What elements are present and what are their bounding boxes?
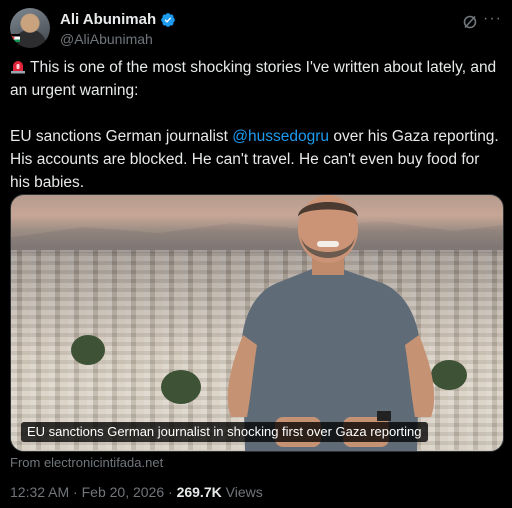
tweet-text: This is one of the most shocking stories… (10, 56, 502, 194)
tweet-line-2-before: EU sanctions German journalist (10, 128, 233, 145)
tree (71, 335, 105, 365)
tweet-date[interactable]: Feb 20, 2026 (82, 484, 165, 500)
flag-icon (10, 34, 20, 42)
views-label: Views (225, 484, 263, 500)
tree (161, 370, 201, 404)
author-name-row: Ali Abunimah (60, 11, 176, 28)
author-handle[interactable]: @AliAbunimah (60, 31, 153, 47)
meta-separator: · (168, 484, 177, 500)
tweet-paragraph-2: EU sanctions German journalist @hussedog… (10, 125, 502, 194)
link-card-title[interactable]: EU sanctions German journalist in shocki… (21, 422, 428, 442)
tweet-meta: 12:32 AM · Feb 20, 2026 · 269.7K Views (10, 484, 263, 500)
tweet-line-1: This is one of the most shocking stories… (10, 59, 497, 99)
author-display-name[interactable]: Ali Abunimah (60, 11, 156, 28)
link-card-media[interactable]: EU sanctions German journalist in shocki… (10, 194, 504, 452)
views-count: 269.7K (176, 484, 222, 500)
person-photo (227, 195, 435, 451)
avatar[interactable] (10, 8, 50, 48)
mention-link[interactable]: @hussedogru (232, 128, 329, 145)
more-icon[interactable]: ··· (483, 10, 502, 28)
verified-badge-icon (161, 12, 175, 27)
tweet-header: Ali Abunimah @AliAbunimah ··· (10, 8, 502, 52)
siren-emoji-icon (11, 61, 25, 74)
tweet-time[interactable]: 12:32 AM (10, 484, 69, 500)
link-source[interactable]: From electronicintifada.net (10, 455, 163, 470)
meta-separator: · (73, 484, 82, 500)
grok-icon[interactable] (462, 14, 478, 30)
tweet-paragraph-1: This is one of the most shocking stories… (10, 56, 502, 102)
